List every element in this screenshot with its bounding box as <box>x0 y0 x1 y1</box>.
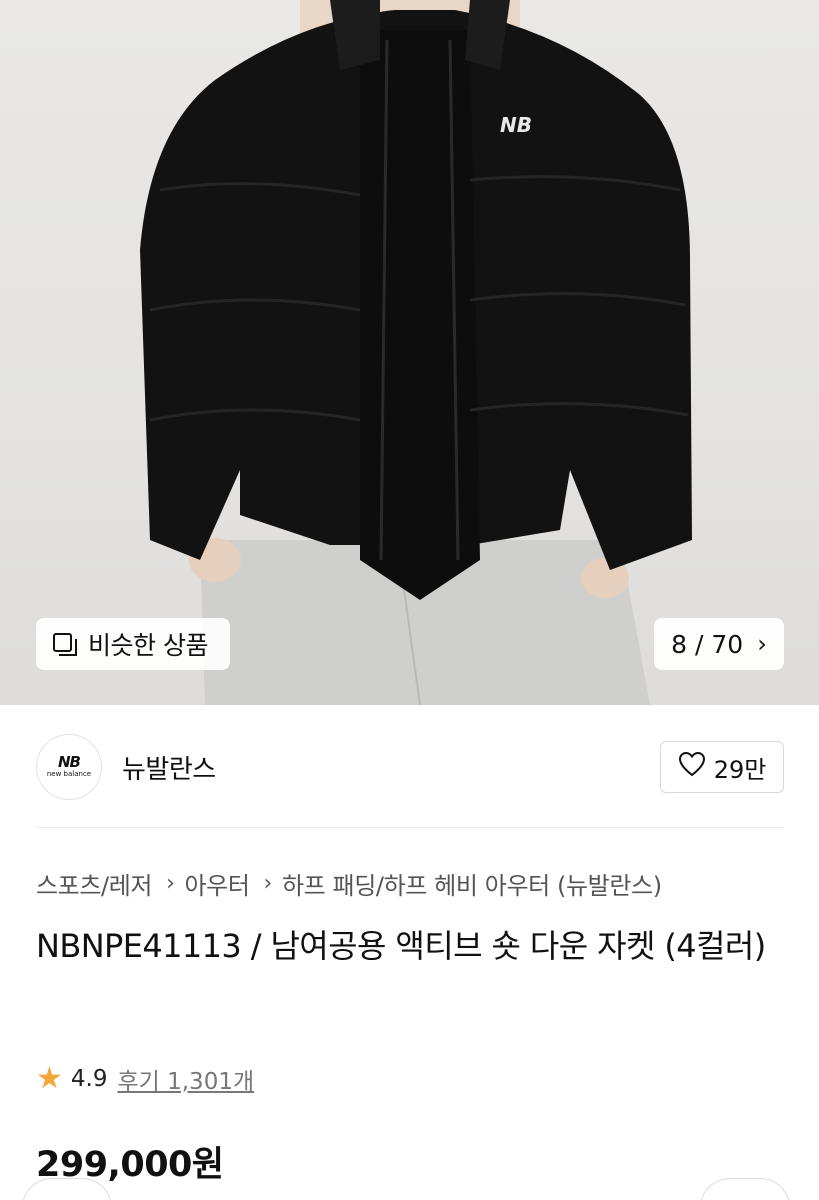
breadcrumb-item-half-padding[interactable]: 하프 패딩/하프 헤비 아우터 (뉴발란스) <box>282 866 662 901</box>
like-count: 29만 <box>713 755 767 784</box>
new-balance-logo-icon: NB <box>58 753 81 771</box>
jacket-photo: NB <box>140 0 692 705</box>
heart-icon <box>678 751 706 783</box>
rating-score: 4.9 <box>70 1066 108 1092</box>
brand-logo[interactable]: NB new balance <box>36 734 102 800</box>
chevron-right-icon: › <box>263 871 273 896</box>
brand-row: NB new balance 뉴발란스 29만 <box>36 733 784 801</box>
image-counter-text: 8 / 70 <box>671 629 744 659</box>
chevron-right-icon: › <box>166 871 175 896</box>
similar-products-label: 비슷한 상품 <box>88 631 208 660</box>
chevron-right-icon: › <box>757 630 767 658</box>
similar-items-icon <box>52 631 78 657</box>
svg-text:NB: NB <box>500 113 532 137</box>
brand-logo-text: new balance <box>46 770 92 778</box>
bottom-action-right[interactable] <box>700 1178 790 1200</box>
divider <box>36 827 784 828</box>
image-counter-button[interactable]: 8 / 70 › <box>654 618 784 670</box>
product-image[interactable]: NB 비슷한 상품 8 / 70 › <box>0 0 819 705</box>
rating-row: ★ 4.9 후기 1,301개 <box>36 1062 254 1096</box>
like-button[interactable]: 29만 <box>660 741 784 793</box>
reviews-link[interactable]: 후기 1,301개 <box>117 1062 254 1096</box>
product-title: NBNPE41113 / 남여공용 액티브 숏 다운 자켓 (4컬러) <box>36 927 766 965</box>
star-icon: ★ <box>36 1061 63 1096</box>
brand-name[interactable]: 뉴발란스 <box>122 749 216 786</box>
breadcrumb-item-sports[interactable]: 스포츠/레저 <box>36 866 152 901</box>
breadcrumb-item-outer[interactable]: 아우터 <box>185 866 250 901</box>
similar-products-button[interactable]: 비슷한 상품 <box>36 618 230 670</box>
breadcrumb: 스포츠/레저 › 아우터 › 하프 패딩/하프 헤비 아우터 (뉴발란스) <box>36 866 662 901</box>
